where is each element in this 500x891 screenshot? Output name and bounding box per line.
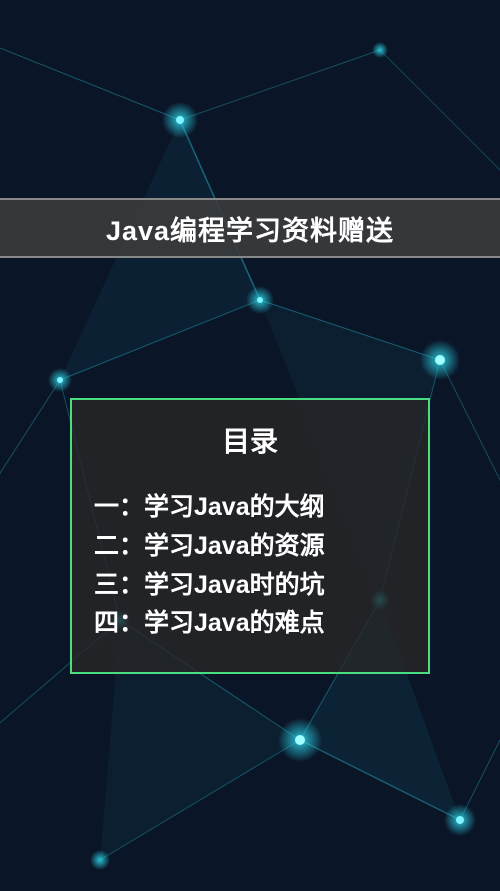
toc-item: 四：学习Java的难点 (94, 604, 406, 643)
toc-item: 一：学习Java的大纲 (94, 488, 406, 527)
toc-item: 三：学习Java时的坑 (94, 566, 406, 605)
title-bar: Java编程学习资料赠送 (0, 198, 500, 258)
page-title: Java编程学习资料赠送 (106, 209, 394, 248)
toc-panel: 目录 一：学习Java的大纲 二：学习Java的资源 三：学习Java时的坑 四… (70, 398, 430, 674)
toc-heading: 目录 (94, 420, 406, 460)
toc-item: 二：学习Java的资源 (94, 527, 406, 566)
